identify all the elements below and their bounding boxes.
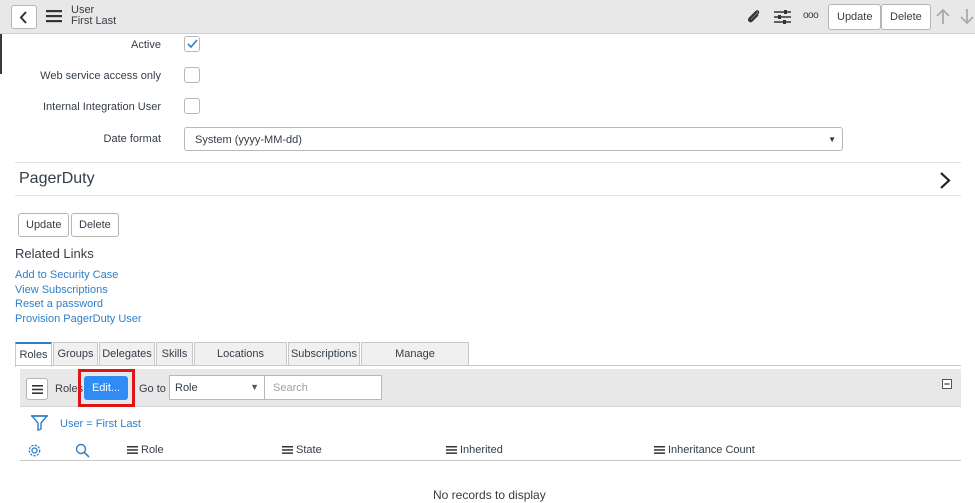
related-links-title: Related Links (15, 246, 94, 261)
tab-locations-covered[interactable]: Locations Covered (194, 342, 287, 383)
link-view-subscriptions[interactable]: View Subscriptions (15, 284, 108, 296)
edit-button-highlight (78, 369, 135, 407)
hamburger-icon (32, 385, 43, 394)
list-menu-button[interactable] (26, 378, 48, 400)
section-title: PagerDuty (19, 170, 95, 187)
column-state-label: State (296, 444, 322, 456)
internal-integration-checkbox[interactable] (184, 98, 200, 114)
column-state[interactable]: State (282, 444, 322, 456)
column-inherited-label: Inherited (460, 444, 503, 456)
section-divider (15, 162, 961, 163)
date-format-label: Date format (103, 133, 161, 145)
date-format-select[interactable]: System (yyyy-MM-dd) ▼ (184, 127, 843, 151)
collapse-icon[interactable] (942, 379, 952, 389)
tab-baseline (15, 365, 961, 366)
goto-field-select[interactable]: Role ▼ (169, 375, 265, 400)
list-column-headers: Role State Inherited Inheritance Count (20, 439, 961, 461)
delete-button[interactable]: Delete (71, 213, 119, 237)
back-button[interactable] (11, 5, 37, 29)
search-icon[interactable] (75, 443, 90, 458)
header-delete-button[interactable]: Delete (881, 4, 931, 30)
active-checkbox[interactable] (184, 36, 200, 52)
gear-icon[interactable] (27, 443, 42, 458)
filter-breadcrumb[interactable]: User = First Last (60, 418, 141, 430)
web-service-label: Web service access only (40, 70, 161, 82)
paperclip-icon[interactable] (746, 9, 762, 25)
tab-manage-subscriptions[interactable]: Manage Subscriptions (361, 342, 469, 383)
settings-sliders-icon[interactable] (774, 9, 791, 25)
web-service-checkbox[interactable] (184, 67, 200, 83)
tab-groups[interactable]: Groups (53, 342, 98, 366)
section-divider-bottom (15, 195, 961, 196)
column-inheritance-count[interactable]: Inheritance Count (654, 444, 755, 456)
record-header: User First Last ooo Update Delete (0, 0, 975, 34)
list-search-input[interactable] (264, 375, 382, 400)
date-format-value: System (yyyy-MM-dd) (195, 134, 302, 146)
column-menu-icon (446, 446, 457, 454)
column-menu-icon (127, 446, 138, 454)
chevron-down-icon: ▼ (250, 382, 259, 392)
empty-list-message: No records to display (433, 488, 546, 502)
chevron-right-icon[interactable] (939, 172, 951, 189)
link-reset-password[interactable]: Reset a password (15, 298, 103, 310)
active-label: Active (131, 39, 161, 51)
column-inherited[interactable]: Inherited (446, 444, 503, 456)
chevron-down-icon: ▼ (828, 135, 836, 144)
list-toolbar: Roles Edit... Go to Role ▼ (20, 369, 961, 407)
header-update-button[interactable]: Update (828, 4, 882, 30)
chevron-left-icon (19, 11, 27, 24)
tab-delegates[interactable]: Delegates (99, 342, 155, 366)
column-role[interactable]: Role (127, 444, 164, 456)
window-edge (0, 34, 2, 74)
goto-field-value: Role (175, 382, 198, 394)
update-button[interactable]: Update (18, 213, 70, 237)
more-icon[interactable]: ooo (803, 10, 819, 21)
column-menu-icon (654, 446, 665, 454)
goto-label: Go to (139, 383, 166, 395)
tab-roles[interactable]: Roles (15, 342, 52, 367)
internal-integration-label: Internal Integration User (42, 101, 161, 113)
tab-skills[interactable]: Skills (156, 342, 193, 366)
record-name: First Last (71, 15, 117, 27)
hamburger-icon[interactable] (46, 9, 62, 23)
arrow-up-icon[interactable] (936, 8, 950, 25)
checkmark-icon (187, 39, 198, 49)
filter-funnel-icon[interactable] (31, 414, 48, 431)
column-menu-icon (282, 446, 293, 454)
tab-subscriptions[interactable]: Subscriptions (288, 342, 360, 366)
link-add-to-security-case[interactable]: Add to Security Case (15, 269, 118, 281)
arrow-down-icon[interactable] (960, 8, 974, 25)
column-role-label: Role (141, 444, 164, 456)
column-inheritance-count-label: Inheritance Count (668, 444, 755, 456)
link-provision-pagerduty-user[interactable]: Provision PagerDuty User (15, 313, 142, 325)
